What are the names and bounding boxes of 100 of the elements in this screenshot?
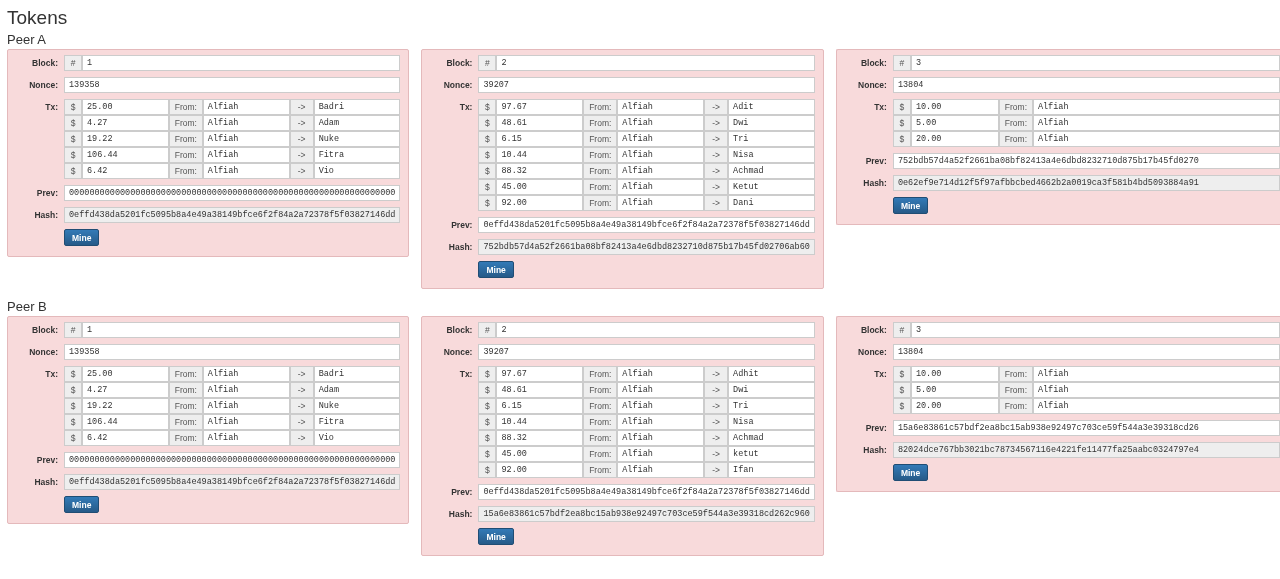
amount-field[interactable]: 19.22	[82, 131, 169, 147]
prev-hash-field[interactable]: 752bdb57d4a52f2661ba08bf82413a4e6dbd8232710d875b17b45fd0270	[892, 153, 1280, 169]
sender-field[interactable]: Alfiah	[202, 382, 290, 398]
sender-field[interactable]: Alfiah	[1032, 131, 1280, 147]
sender-field[interactable]: Alfiah	[202, 398, 290, 414]
amount-field[interactable]: 4.27	[82, 382, 169, 398]
recipient-field[interactable]: Nuke	[313, 398, 401, 414]
sender-field[interactable]: Alfiah	[202, 99, 290, 115]
recipient-field[interactable]: Tri	[728, 398, 815, 414]
block-number-field[interactable]: 1	[82, 55, 401, 71]
amount-field[interactable]: 6.15	[496, 131, 584, 147]
sender-field[interactable]: Alfiah	[617, 179, 705, 195]
sender-field[interactable]: Alfiah	[202, 163, 290, 179]
recipient-field[interactable]: Badri	[313, 99, 401, 115]
amount-field[interactable]: 25.00	[82, 99, 169, 115]
sender-field[interactable]: Alfiah	[202, 414, 290, 430]
amount-field[interactable]: 25.00	[82, 366, 169, 382]
amount-field[interactable]: 88.32	[496, 163, 584, 179]
recipient-field[interactable]: Dani	[728, 195, 815, 211]
sender-field[interactable]: Alfiah	[1032, 398, 1280, 414]
amount-field[interactable]: 19.22	[82, 398, 169, 414]
block-number-field[interactable]: 1	[82, 322, 401, 338]
amount-field[interactable]: 106.44	[82, 414, 169, 430]
sender-field[interactable]: Alfiah	[617, 382, 705, 398]
amount-field[interactable]: 10.44	[496, 147, 584, 163]
amount-field[interactable]: 106.44	[82, 147, 169, 163]
recipient-field[interactable]: Adam	[313, 115, 401, 131]
recipient-field[interactable]: Nuke	[313, 131, 401, 147]
recipient-field[interactable]: Ifan	[728, 462, 815, 478]
sender-field[interactable]: Alfiah	[1032, 115, 1280, 131]
sender-field[interactable]: Alfiah	[202, 131, 290, 147]
mine-button[interactable]: Mine	[478, 528, 514, 545]
block-number-field[interactable]: 2	[496, 322, 815, 338]
sender-field[interactable]: Alfiah	[617, 147, 705, 163]
amount-field[interactable]: 5.00	[910, 382, 999, 398]
nonce-field[interactable]: 13804	[892, 77, 1280, 93]
recipient-field[interactable]: Achmad	[728, 430, 815, 446]
amount-field[interactable]: 6.42	[82, 163, 169, 179]
recipient-field[interactable]: Badri	[313, 366, 401, 382]
recipient-field[interactable]: ketut	[728, 446, 815, 462]
amount-field[interactable]: 48.61	[496, 115, 584, 131]
sender-field[interactable]: Alfiah	[202, 366, 290, 382]
prev-hash-field[interactable]: 15a6e83861c57bdf2ea8bc15ab938e92497c703ce59f544a3e39318cd26	[892, 420, 1280, 436]
amount-field[interactable]: 97.67	[496, 99, 584, 115]
amount-field[interactable]: 48.61	[496, 382, 584, 398]
amount-field[interactable]: 92.00	[496, 195, 584, 211]
sender-field[interactable]: Alfiah	[617, 99, 705, 115]
amount-field[interactable]: 20.00	[910, 131, 999, 147]
sender-field[interactable]: Alfiah	[617, 366, 705, 382]
sender-field[interactable]: Alfiah	[617, 446, 705, 462]
recipient-field[interactable]: Tri	[728, 131, 815, 147]
sender-field[interactable]: Alfiah	[617, 131, 705, 147]
sender-field[interactable]: Alfiah	[617, 398, 705, 414]
nonce-field[interactable]: 39207	[478, 344, 815, 360]
sender-field[interactable]: Alfiah	[617, 115, 705, 131]
prev-hash-field[interactable]: 0000000000000000000000000000000000000000000000000000000000000000	[64, 185, 401, 201]
recipient-field[interactable]: Dwi	[728, 115, 815, 131]
mine-button[interactable]: Mine	[892, 197, 929, 214]
mine-button[interactable]: Mine	[64, 496, 100, 513]
sender-field[interactable]: Alfiah	[1032, 382, 1280, 398]
sender-field[interactable]: Alfiah	[1032, 366, 1280, 382]
block-number-field[interactable]: 2	[496, 55, 815, 71]
recipient-field[interactable]: Achmad	[728, 163, 815, 179]
nonce-field[interactable]: 13804	[892, 344, 1280, 360]
amount-field[interactable]: 88.32	[496, 430, 584, 446]
sender-field[interactable]: Alfiah	[617, 163, 705, 179]
prev-hash-field[interactable]: 0effd438da5201fc5095b8a4e49a38149bfce6f2f84a2a72378f5f03827146dd	[478, 484, 815, 500]
recipient-field[interactable]: Fitra	[313, 147, 401, 163]
sender-field[interactable]: Alfiah	[202, 430, 290, 446]
recipient-field[interactable]: Adhit	[728, 366, 815, 382]
amount-field[interactable]: 20.00	[910, 398, 999, 414]
mine-button[interactable]: Mine	[64, 229, 100, 246]
sender-field[interactable]: Alfiah	[202, 115, 290, 131]
recipient-field[interactable]: Nisa	[728, 414, 815, 430]
amount-field[interactable]: 10.00	[910, 99, 999, 115]
sender-field[interactable]: Alfiah	[617, 195, 705, 211]
mine-button[interactable]: Mine	[478, 261, 514, 278]
amount-field[interactable]: 4.27	[82, 115, 169, 131]
sender-field[interactable]: Alfiah	[617, 414, 705, 430]
block-number-field[interactable]: 3	[910, 322, 1280, 338]
prev-hash-field[interactable]: 0000000000000000000000000000000000000000000000000000000000000000	[64, 452, 401, 468]
amount-field[interactable]: 45.00	[496, 179, 584, 195]
sender-field[interactable]: Alfiah	[617, 462, 705, 478]
block-number-field[interactable]: 3	[910, 55, 1280, 71]
amount-field[interactable]: 92.00	[496, 462, 584, 478]
nonce-field[interactable]: 139358	[64, 77, 401, 93]
recipient-field[interactable]: Adit	[728, 99, 815, 115]
recipient-field[interactable]: Dwi	[728, 382, 815, 398]
recipient-field[interactable]: Vio	[313, 430, 401, 446]
prev-hash-field[interactable]: 0effd438da5201fc5095b8a4e49a38149bfce6f2f84a2a72378f5f03827146dd	[478, 217, 815, 233]
amount-field[interactable]: 5.00	[910, 115, 999, 131]
nonce-field[interactable]: 39207	[478, 77, 815, 93]
amount-field[interactable]: 6.15	[496, 398, 584, 414]
sender-field[interactable]: Alfiah	[1032, 99, 1280, 115]
amount-field[interactable]: 45.00	[496, 446, 584, 462]
amount-field[interactable]: 6.42	[82, 430, 169, 446]
recipient-field[interactable]: Fitra	[313, 414, 401, 430]
amount-field[interactable]: 10.00	[910, 366, 999, 382]
sender-field[interactable]: Alfiah	[617, 430, 705, 446]
recipient-field[interactable]: Ketut	[728, 179, 815, 195]
